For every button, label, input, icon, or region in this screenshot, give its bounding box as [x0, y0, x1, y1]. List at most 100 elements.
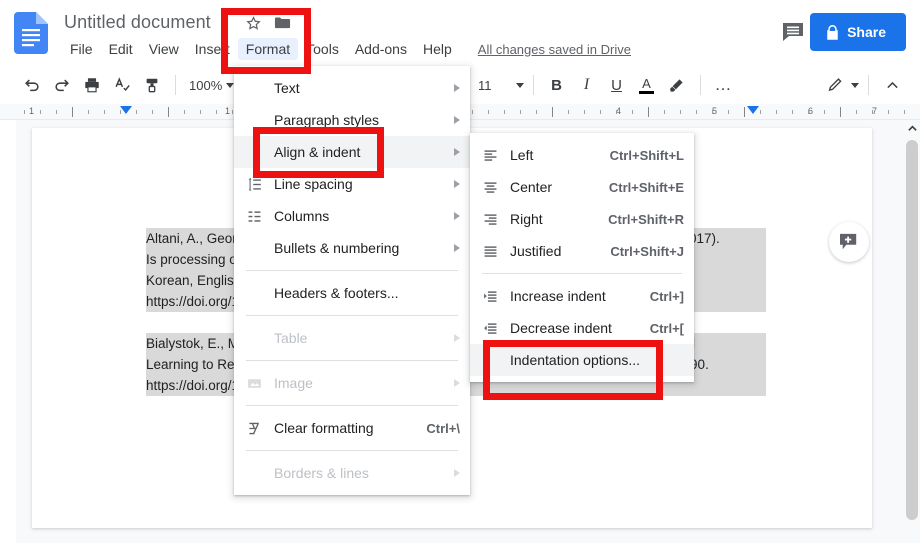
toolbar-divider-3: [699, 75, 701, 95]
paint-format-icon[interactable]: [138, 71, 166, 99]
ruler-tick: [632, 110, 633, 114]
menu-view[interactable]: View: [141, 38, 187, 60]
chevron-down-icon: [515, 82, 524, 88]
decrease-indent-icon: [470, 320, 510, 337]
zoom-selector[interactable]: 100%: [185, 78, 238, 93]
submenu-arrow-icon: [454, 116, 460, 124]
menu-item-label: Left: [510, 147, 534, 163]
menu-item-align-and-indent[interactable]: Align & indent: [234, 136, 470, 168]
submenu-arrow-icon: [454, 84, 460, 92]
lock-icon: [826, 24, 839, 40]
align-justify-icon: [470, 243, 510, 260]
menu-edit[interactable]: Edit: [101, 38, 141, 60]
align-left-icon: [470, 147, 510, 164]
submenu-item-increase-indent[interactable]: Increase indent Ctrl+]: [470, 280, 694, 312]
text-color-letter: A: [642, 75, 651, 91]
bold-button[interactable]: B: [543, 71, 571, 99]
menu-bar: File Edit View Insert Format Tools Add-o…: [62, 38, 631, 60]
menu-format[interactable]: Format: [237, 38, 299, 60]
ruler-tick: [520, 110, 521, 114]
menu-item-label: Decrease indent: [510, 320, 612, 336]
menu-item-columns[interactable]: Columns: [234, 200, 470, 232]
add-comment-button[interactable]: [829, 222, 869, 262]
menu-tools[interactable]: Tools: [298, 38, 347, 60]
more-options-button[interactable]: …: [710, 71, 738, 99]
menu-file[interactable]: File: [62, 38, 101, 60]
menu-divider: [246, 315, 458, 316]
spellcheck-icon[interactable]: [108, 71, 136, 99]
toolbar-divider-4: [868, 75, 869, 95]
menu-item-label: Bullets & numbering: [274, 240, 400, 256]
font-size-selector[interactable]: 11: [478, 78, 524, 93]
underline-button[interactable]: U: [603, 71, 631, 99]
star-icon[interactable]: [246, 16, 261, 30]
menu-item-line-spacing[interactable]: Line spacing: [234, 168, 470, 200]
submenu-item-decrease-indent[interactable]: Decrease indent Ctrl+[: [470, 312, 694, 344]
submenu-arrow-icon: [454, 212, 460, 220]
menu-item-accelerator: Ctrl+]: [649, 288, 684, 304]
submenu-item-left[interactable]: Left Ctrl+Shift+L: [470, 139, 694, 171]
ruler-tick: [504, 110, 505, 114]
menu-help[interactable]: Help: [415, 38, 460, 60]
italic-button[interactable]: I: [573, 71, 601, 99]
menu-item-label: Justified: [510, 243, 562, 259]
menu-item-headers-and-footers[interactable]: Headers & footers...: [234, 277, 470, 309]
submenu-item-indentation-options[interactable]: Indentation options...: [470, 344, 694, 376]
redo-icon[interactable]: [48, 71, 76, 99]
editing-mode-chevron-down-icon[interactable]: [851, 82, 859, 88]
ruler-tick: [184, 110, 185, 114]
ruler-tick: [664, 110, 665, 114]
share-button[interactable]: Share: [810, 13, 906, 51]
ruler-tick: [120, 110, 121, 114]
submenu-item-center[interactable]: Center Ctrl+Shift+E: [470, 171, 694, 203]
save-status-link[interactable]: All changes saved in Drive: [478, 42, 631, 57]
ruler-tick: [888, 110, 889, 114]
toolbar-right-group: 11 B I U A …: [478, 66, 738, 104]
menu-insert[interactable]: Insert: [187, 38, 238, 60]
document-title[interactable]: Untitled document: [64, 12, 211, 33]
ruler-tick: [840, 107, 841, 117]
menu-item-label: Clear formatting: [274, 420, 374, 436]
vertical-scrollbar-thumb[interactable]: [906, 140, 918, 520]
menu-item-text[interactable]: Text: [234, 72, 470, 104]
title-action-icons: [246, 16, 291, 30]
menu-item-accelerator: Ctrl+Shift+L: [609, 147, 684, 163]
menu-item-borders-and-lines: Borders & lines: [234, 457, 470, 489]
collapse-toolbar-chevron-up-icon[interactable]: [878, 71, 906, 99]
undo-icon[interactable]: [18, 71, 46, 99]
menu-item-clear-formatting[interactable]: Clear formatting Ctrl+\: [234, 412, 470, 444]
menu-divider: [246, 405, 458, 406]
top-bar: Untitled document File Edit View Insert …: [0, 0, 920, 66]
ruler-tick: [216, 110, 217, 114]
ruler-tick: [488, 110, 489, 114]
ruler-tick: [696, 110, 697, 114]
menu-addons[interactable]: Add-ons: [347, 38, 415, 60]
ruler-tick: [760, 110, 761, 114]
menu-item-image: Image: [234, 367, 470, 399]
highlight-icon[interactable]: [663, 71, 691, 99]
menu-item-accelerator: Ctrl+Shift+J: [610, 243, 684, 259]
ruler-tick: [88, 110, 89, 114]
menu-item-accelerator: Ctrl+\: [426, 420, 460, 436]
increase-indent-icon: [470, 288, 510, 305]
pencil-icon[interactable]: [821, 71, 849, 99]
menu-item-bullets-and-numbering[interactable]: Bullets & numbering: [234, 232, 470, 264]
align-and-indent-submenu: Left Ctrl+Shift+L Center Ctrl+Shift+E Ri…: [470, 133, 694, 382]
print-icon[interactable]: [78, 71, 106, 99]
comment-history-icon[interactable]: [780, 20, 806, 44]
scroll-up-arrow-icon[interactable]: [904, 120, 920, 136]
ruler-tick: [616, 110, 617, 114]
google-docs-logo-icon[interactable]: [14, 12, 48, 54]
submenu-arrow-icon: [454, 244, 460, 252]
text-color-button[interactable]: A: [633, 71, 661, 99]
left-indent-marker[interactable]: [120, 106, 132, 114]
add-comment-icon: [840, 233, 857, 250]
ruler-tick: [536, 110, 537, 114]
submenu-item-justified[interactable]: Justified Ctrl+Shift+J: [470, 235, 694, 267]
menu-item-paragraph-styles[interactable]: Paragraph styles: [234, 104, 470, 136]
right-indent-marker[interactable]: [747, 106, 759, 114]
ruler-tick: [136, 110, 137, 114]
submenu-item-right[interactable]: Right Ctrl+Shift+R: [470, 203, 694, 235]
move-to-folder-icon[interactable]: [274, 16, 291, 30]
menu-item-label: Increase indent: [510, 288, 606, 304]
